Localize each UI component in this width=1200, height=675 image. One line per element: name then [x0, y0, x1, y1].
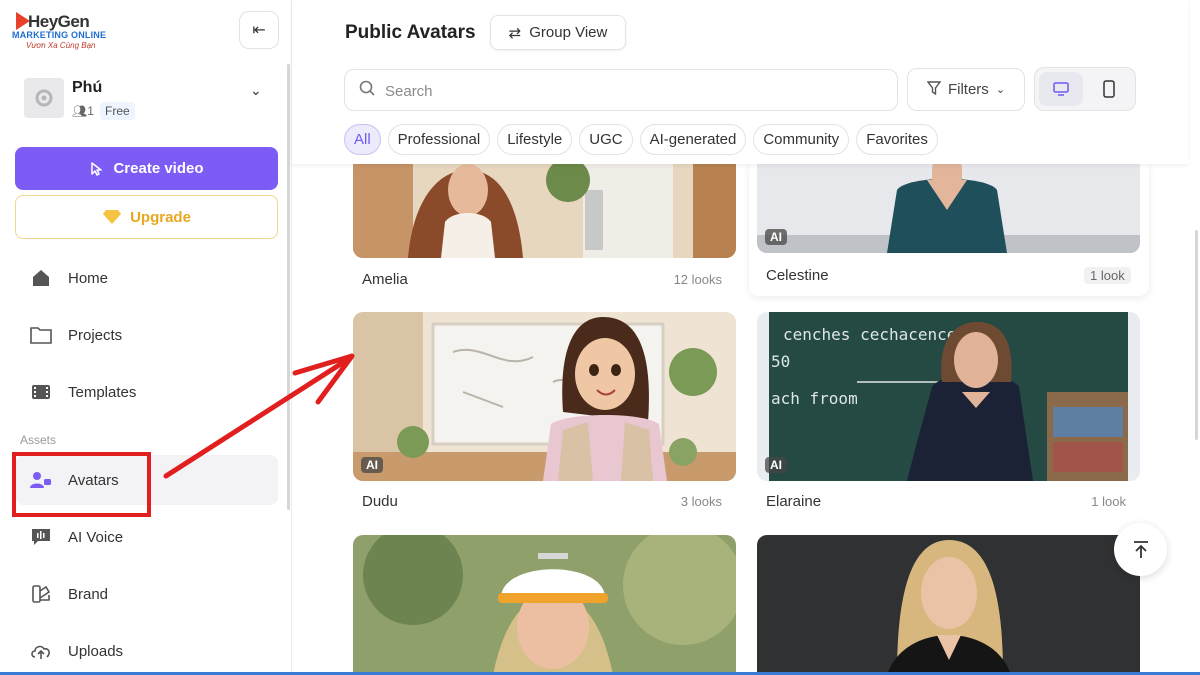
sidebar-item-label: Templates [68, 383, 137, 401]
avatar-image: cenches cechacence 50 ach froom [757, 312, 1140, 481]
ai-badge: AI [765, 229, 787, 245]
assets-section-label: Assets [20, 433, 57, 447]
avatar-name: Elaraine [766, 493, 822, 510]
brand-icon [30, 583, 52, 605]
avatar-image [757, 535, 1140, 675]
desktop-view-button[interactable] [1039, 72, 1083, 106]
category-tabs: All Professional Lifestyle UGC AI-genera… [344, 124, 938, 156]
main-header: Public Avatars ⇄ Group View Filters ⌄ [292, 0, 1188, 164]
avatar-image [353, 535, 736, 675]
sidebar-item-ai-voice[interactable]: AI Voice [16, 512, 278, 562]
upgrade-button[interactable]: Upgrade [15, 195, 278, 239]
sidebar-item-label: Projects [68, 326, 123, 344]
chalk-text-3: ach froom [771, 389, 858, 408]
tab-lifestyle[interactable]: Lifestyle [497, 124, 573, 155]
gear-icon [35, 89, 53, 107]
avatar-card-elaraine-thumbnail[interactable]: cenches cechacence 50 ach froom AI [757, 312, 1140, 481]
avatar-looks-count: 1 look [1091, 494, 1126, 509]
member-count: 👥︎1 [72, 104, 94, 118]
tab-favorites[interactable]: Favorites [856, 124, 938, 155]
workspace-avatar [24, 78, 64, 118]
collapse-sidebar-button[interactable]: ⇤ [239, 11, 279, 49]
content-scrollbar[interactable] [1195, 230, 1198, 440]
search-box [344, 69, 898, 111]
voice-icon [30, 526, 52, 548]
search-input[interactable] [385, 79, 865, 103]
tab-ai-generated[interactable]: AI-generated [639, 124, 747, 155]
sidebar-item-label: Home [68, 269, 109, 287]
avatar-card-construction-thumbnail[interactable] [353, 535, 736, 675]
user-name: Phú [72, 79, 103, 96]
logo-marketing-text: MARKETING ONLINE [12, 30, 107, 40]
diamond-icon [103, 210, 122, 224]
sidebar-item-uploads[interactable]: Uploads [16, 626, 278, 675]
logo[interactable]: HeyGen MARKETING ONLINE Vươn Xa Cùng Bạn [12, 12, 112, 52]
group-view-label: Group View [529, 24, 608, 41]
group-view-button[interactable]: ⇄ Group View [490, 15, 626, 50]
ai-badge: AI [361, 457, 383, 473]
ai-badge: AI [765, 457, 787, 473]
monitor-icon [1053, 82, 1069, 96]
logo-brand-text: HeyGen [28, 12, 90, 31]
swap-arrows-icon: ⇄ [508, 24, 522, 42]
sidebar-item-label: Brand [68, 585, 109, 603]
sidebar-item-label: AI Voice [68, 528, 124, 546]
collapse-left-icon: ⇤ [252, 22, 266, 39]
sidebar: HeyGen MARKETING ONLINE Vươn Xa Cùng Bạn… [0, 0, 292, 675]
avatar-name: Amelia [362, 271, 408, 288]
chalk-text-2: 50 [771, 352, 790, 371]
avatar-looks-count: 1 look [1084, 267, 1131, 284]
avatar-card-dudu-thumbnail[interactable]: AI [353, 312, 736, 481]
create-video-button[interactable]: Create video [15, 147, 278, 190]
upload-icon [30, 640, 52, 662]
film-icon [30, 381, 52, 403]
view-toggle [1034, 67, 1136, 111]
avatar-name: Dudu [362, 493, 398, 510]
funnel-icon [926, 80, 942, 99]
sidebar-item-home[interactable]: Home [16, 253, 278, 303]
logo-slogan-text: Vươn Xa Cùng Bạn [26, 41, 96, 50]
tab-ugc[interactable]: UGC [579, 124, 633, 155]
chevron-down-icon: ⌄ [250, 82, 262, 98]
page-title: Public Avatars [345, 22, 476, 43]
avatar-image [353, 312, 736, 481]
sidebar-scrollbar[interactable] [287, 64, 290, 510]
sidebar-item-projects[interactable]: Projects [16, 310, 278, 360]
sidebar-item-templates[interactable]: Templates [16, 367, 278, 417]
avatar-looks-count: 12 looks [673, 272, 722, 287]
heygen-app: HeyGen MARKETING ONLINE Vươn Xa Cùng Bạn… [0, 0, 1200, 675]
create-video-label: Create video [113, 160, 204, 177]
filters-label: Filters [947, 81, 989, 98]
search-icon [359, 80, 375, 100]
phone-icon [1103, 80, 1115, 98]
cursor-plus-icon [91, 161, 103, 176]
tab-all[interactable]: All [344, 124, 381, 155]
chalk-text-1: cenches cechacence [783, 325, 956, 344]
arrow-up-to-line-icon [1133, 540, 1148, 558]
sidebar-item-brand[interactable]: Brand [16, 569, 278, 619]
tab-community[interactable]: Community [753, 124, 850, 155]
filters-button[interactable]: Filters ⌄ [907, 68, 1025, 111]
folder-icon [30, 324, 52, 346]
people-icon: 👥︎ [72, 104, 88, 118]
account-switcher[interactable]: Phú 👥︎1 Free ⌄ [24, 78, 274, 122]
avatar-looks-count: 3 looks [680, 494, 722, 509]
mobile-view-button[interactable] [1087, 72, 1131, 106]
plan-badge: Free [100, 102, 135, 120]
sidebar-item-label: Uploads [68, 642, 124, 660]
avatar-name: Celestine [766, 267, 829, 284]
chevron-down-icon: ⌄ [995, 84, 1006, 96]
scroll-to-top-button[interactable] [1114, 523, 1167, 576]
home-icon [30, 267, 52, 289]
annotation-highlight-box [12, 452, 151, 517]
avatar-card-blonde-thumbnail[interactable] [757, 535, 1140, 675]
tab-professional[interactable]: Professional [387, 124, 491, 155]
upgrade-label: Upgrade [130, 208, 191, 226]
